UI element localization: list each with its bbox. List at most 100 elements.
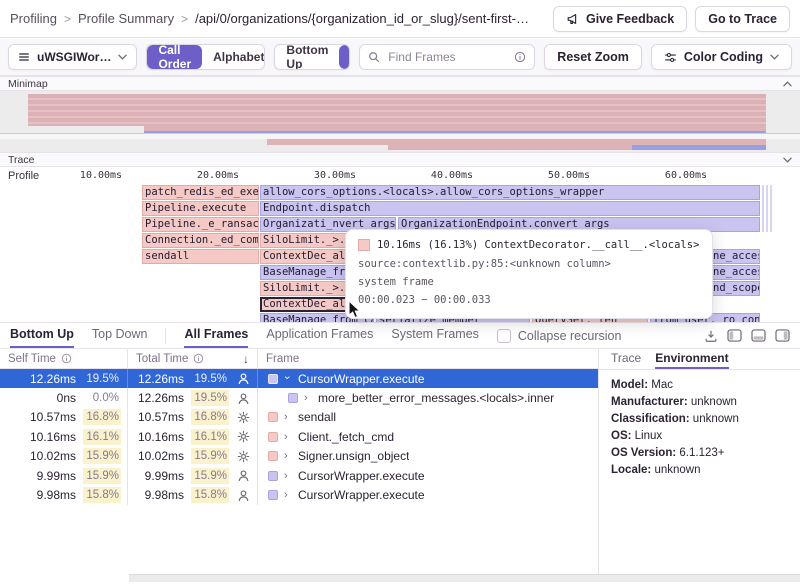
total-time-percent: 16.8% bbox=[191, 409, 229, 425]
give-feedback-button[interactable]: Give Feedback bbox=[553, 6, 687, 32]
minimap-canvas[interactable] bbox=[0, 91, 800, 152]
detail-row-os-version: OS Version: 6.1.123+ bbox=[611, 445, 788, 462]
chevron-right-icon[interactable]: › bbox=[284, 489, 292, 501]
flame-frame-pipeline-e-ransaction[interactable]: Pipeline._e_ransaction bbox=[142, 217, 259, 232]
frame-cell[interactable]: ›CursorWrapper.execute bbox=[258, 466, 598, 485]
chevron-up-icon[interactable] bbox=[783, 81, 792, 87]
frame-cell[interactable]: ›CursorWrapper.execute bbox=[258, 485, 598, 504]
chevron-down-icon[interactable]: › bbox=[281, 375, 293, 383]
details-tab-trace[interactable]: Trace bbox=[611, 349, 641, 369]
tab-application-frames[interactable]: Application Frames bbox=[266, 323, 373, 348]
trace-section-header[interactable]: Trace bbox=[0, 152, 800, 167]
table-row[interactable]: 10.16ms16.1%10.16ms16.1%›Client._fetch_c… bbox=[0, 427, 598, 446]
megaphone-icon bbox=[566, 12, 580, 26]
info-icon bbox=[61, 353, 72, 364]
chevron-down-icon[interactable] bbox=[783, 157, 792, 163]
tab-all-frames[interactable]: All Frames bbox=[184, 323, 248, 348]
chevron-right-icon[interactable]: › bbox=[304, 392, 312, 404]
breadcrumb-profiling[interactable]: Profiling bbox=[10, 11, 57, 26]
direction-tab-top-down[interactable]: Top Down bbox=[339, 45, 350, 69]
self-time-column-header[interactable]: Self Time bbox=[0, 349, 128, 368]
self-time-cell: 10.57ms16.8% bbox=[0, 408, 128, 427]
frame-color-square bbox=[268, 451, 278, 461]
total-time-column-header[interactable]: Total Time ↓ bbox=[128, 349, 258, 368]
download-icon[interactable] bbox=[704, 329, 718, 343]
go-to-trace-button[interactable]: Go to Trace bbox=[695, 6, 790, 32]
frame-column-header[interactable]: Frame bbox=[258, 349, 598, 368]
reset-zoom-button[interactable]: Reset Zoom bbox=[544, 44, 642, 70]
frame-cell[interactable]: ›CursorWrapper.execute bbox=[258, 369, 598, 388]
self-time-percent: 0.0% bbox=[83, 390, 121, 406]
flame-frame-connection-ed-command[interactable]: Connection._ed_command bbox=[142, 233, 259, 248]
self-time-cell: 12.26ms19.5% bbox=[0, 369, 128, 388]
thread-selector-label: uWSGIWor… bbox=[37, 50, 111, 64]
thread-selector-dropdown[interactable]: uWSGIWor… bbox=[8, 44, 137, 70]
total-time-percent: 16.1% bbox=[191, 429, 229, 445]
sort-tab-call-order[interactable]: Call Order bbox=[147, 45, 202, 69]
frame-cell[interactable]: ›Signer.unsign_object bbox=[258, 447, 598, 466]
top-bar: Profiling > Profile Summary > /api/0/org… bbox=[0, 0, 800, 38]
flame-frame-pipeline-execute[interactable]: Pipeline.execute bbox=[142, 201, 259, 216]
table-row[interactable]: 10.02ms15.9%10.02ms15.9%›Signer.unsign_o… bbox=[0, 447, 598, 466]
frame-stack-panel: Bottom Up Top Down All Frames Application … bbox=[0, 322, 800, 584]
breadcrumb-profile-summary[interactable]: Profile Summary bbox=[78, 11, 174, 26]
table-row[interactable]: 9.98ms15.8%9.98ms15.8%›CursorWrapper.exe… bbox=[0, 485, 598, 504]
flamegraph-toolbar: uWSGIWor… Call OrderAlphabeticalLeft Hea… bbox=[0, 39, 800, 76]
find-frames-input[interactable] bbox=[386, 49, 508, 65]
flame-frame-ne-access[interactable]: ne_access bbox=[710, 265, 760, 280]
frame-cell[interactable]: ›sendall bbox=[258, 408, 598, 427]
flame-frame-contextdec-als-i[interactable]: ContextDec_als>.i bbox=[260, 249, 347, 264]
flame-frame-ne-access[interactable]: ne_access bbox=[710, 249, 760, 264]
frame-stack-tabs-row: Bottom Up Top Down All Frames Application … bbox=[0, 323, 800, 349]
flame-frame-contextdec-als-i[interactable]: ContextDec_als>.i bbox=[260, 297, 347, 312]
detail-row-manufacturer: Manufacturer: unknown bbox=[611, 394, 788, 411]
sort-descending-icon[interactable]: ↓ bbox=[243, 352, 249, 366]
self-time-value: 9.98ms bbox=[37, 488, 76, 502]
table-row[interactable]: 0ns0.0%12.26ms19.5%›more_better_error_me… bbox=[0, 388, 598, 407]
tab-bottom-up[interactable]: Bottom Up bbox=[10, 323, 74, 348]
flame-frame-nd-scopes[interactable]: nd_scopes bbox=[710, 281, 760, 296]
chevron-right-icon[interactable]: › bbox=[284, 470, 292, 482]
color-coding-dropdown[interactable]: Color Coding bbox=[651, 44, 792, 70]
frame-table-body: 12.26ms19.5%12.26ms19.5%›CursorWrapper.e… bbox=[0, 369, 598, 505]
details-tab-environment[interactable]: Environment bbox=[655, 349, 728, 369]
breadcrumb-separator: > bbox=[64, 12, 71, 26]
flame-frame-silolimit-over[interactable]: SiloLimit._>.over bbox=[260, 281, 347, 296]
sort-tab-alphabetical[interactable]: Alphabetical bbox=[202, 45, 265, 69]
table-row[interactable]: 9.99ms15.9%9.99ms15.9%›CursorWrapper.exe… bbox=[0, 466, 598, 485]
self-time-header-label: Self Time bbox=[8, 353, 56, 365]
flame-frame-patch-redis-ed-execute[interactable]: patch_redis_ed_execute bbox=[142, 185, 259, 200]
collapse-recursion-label: Collapse recursion bbox=[518, 329, 622, 343]
dock-right-icon[interactable] bbox=[775, 329, 790, 342]
tab-system-frames[interactable]: System Frames bbox=[391, 323, 479, 348]
direction-tab-bottom-up[interactable]: Bottom Up bbox=[275, 45, 339, 69]
flame-frame-allow-cors-options-locals-allow-cors-options-wrapper[interactable]: allow_cors_options.<locals>.allow_cors_o… bbox=[260, 185, 760, 200]
chevron-right-icon[interactable]: › bbox=[284, 431, 292, 443]
chevron-right-icon[interactable]: › bbox=[284, 411, 292, 423]
flame-frame-silolimit-over[interactable]: SiloLimit._>.over bbox=[260, 233, 347, 248]
axis-tick: 10.00ms bbox=[80, 170, 122, 181]
total-time-percent: 15.8% bbox=[191, 487, 229, 503]
table-row[interactable]: 10.57ms16.8%10.57ms16.8%›sendall bbox=[0, 408, 598, 427]
chevron-right-icon[interactable]: › bbox=[284, 450, 292, 462]
frame-cell[interactable]: ›Client._fetch_cmd bbox=[258, 427, 598, 446]
dock-left-icon[interactable] bbox=[727, 329, 742, 342]
details-panel: TraceEnvironment Model: MacManufacturer:… bbox=[598, 349, 800, 577]
flame-frame-basemanage-from-c[interactable]: BaseManage_from_c bbox=[260, 265, 347, 280]
frame-color-square bbox=[268, 412, 278, 422]
flame-frame-endpoint-dispatch[interactable]: Endpoint.dispatch bbox=[260, 201, 760, 216]
tab-top-down[interactable]: Top Down bbox=[92, 323, 148, 348]
give-feedback-label: Give Feedback bbox=[586, 12, 674, 26]
collapse-recursion-toggle[interactable]: Collapse recursion bbox=[497, 329, 622, 343]
minimap-section-header[interactable]: Minimap bbox=[0, 76, 800, 91]
table-row[interactable]: 12.26ms19.5%12.26ms19.5%›CursorWrapper.e… bbox=[0, 369, 598, 388]
flame-frame-sendall[interactable]: sendall bbox=[142, 249, 259, 264]
dock-bottom-icon[interactable] bbox=[751, 329, 766, 342]
tabs-divider bbox=[165, 328, 166, 344]
sliders-icon bbox=[664, 51, 677, 64]
collapse-recursion-checkbox[interactable] bbox=[497, 329, 511, 343]
total-time-percent: 15.9% bbox=[191, 448, 229, 464]
horizontal-scrollbar[interactable] bbox=[129, 574, 800, 582]
frame-cell[interactable]: ›more_better_error_messages.<locals>.inn… bbox=[258, 388, 598, 407]
total-time-value: 10.02ms bbox=[138, 449, 184, 463]
